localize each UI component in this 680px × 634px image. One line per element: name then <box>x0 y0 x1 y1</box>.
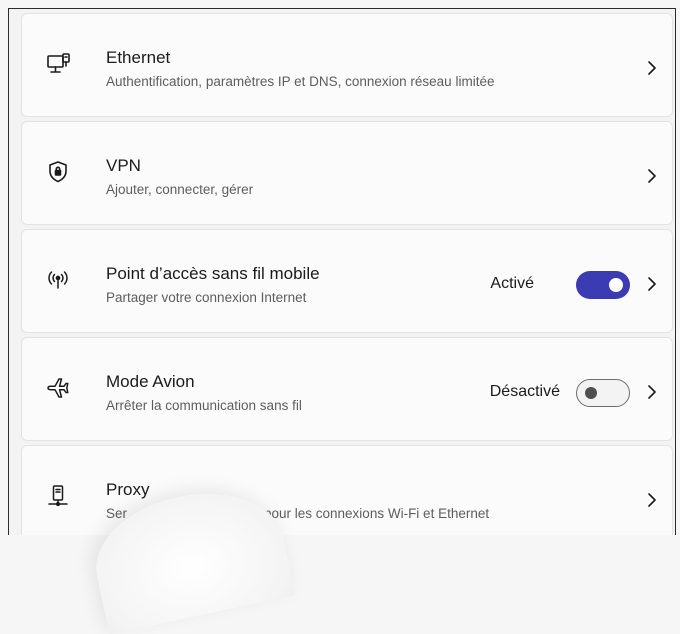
chevron-right-icon <box>644 382 660 402</box>
toggle-knob <box>585 387 597 399</box>
chevron-right-icon <box>644 274 660 294</box>
airplane-mode-description: Arrêter la communication sans fil <box>106 398 302 413</box>
toggle-knob <box>609 278 623 292</box>
hotspot-title: Point d’accès sans fil mobile <box>106 264 320 283</box>
proxy-card[interactable]: Proxy Ser pour les connexions Wi-Fi et E… <box>21 445 673 535</box>
chevron-right-icon <box>644 490 660 510</box>
ethernet-card[interactable]: Ethernet Authentification, paramètres IP… <box>21 13 673 117</box>
vpn-description: Ajouter, connecter, gérer <box>106 182 254 197</box>
chevron-right-icon <box>644 58 660 78</box>
airplane-mode-toggle[interactable] <box>576 379 630 407</box>
airplane-mode-state-label: Désactivé <box>489 383 560 400</box>
hotspot-description: Partager votre connexion Internet <box>106 290 307 305</box>
vpn-card[interactable]: VPN Ajouter, connecter, gérer <box>21 121 673 225</box>
vpn-title: VPN <box>106 156 141 175</box>
proxy-description-start: Ser <box>106 506 128 521</box>
ethernet-title: Ethernet <box>106 48 171 67</box>
vpn-shield-icon <box>44 158 72 186</box>
ethernet-description: Authentification, paramètres IP et DNS, … <box>106 74 495 89</box>
hotspot-toggle[interactable] <box>576 271 630 299</box>
hotspot-icon <box>44 266 72 294</box>
airplane-icon <box>44 374 72 402</box>
ethernet-icon <box>44 50 72 78</box>
chevron-right-icon <box>644 166 660 186</box>
hotspot-state-label: Activé <box>490 275 534 292</box>
proxy-icon <box>44 482 72 510</box>
proxy-title: Proxy <box>106 480 150 499</box>
proxy-description-end: pour les connexions Wi-Fi et Ethernet <box>264 506 490 521</box>
airplane-mode-title: Mode Avion <box>106 372 195 391</box>
mobile-hotspot-card[interactable]: Point d’accès sans fil mobile Partager v… <box>21 229 673 333</box>
network-settings-list: Ethernet Authentification, paramètres IP… <box>21 13 673 535</box>
airplane-mode-card[interactable]: Mode Avion Arrêter la communication sans… <box>21 337 673 441</box>
settings-panel: Ethernet Authentification, paramètres IP… <box>8 8 676 535</box>
